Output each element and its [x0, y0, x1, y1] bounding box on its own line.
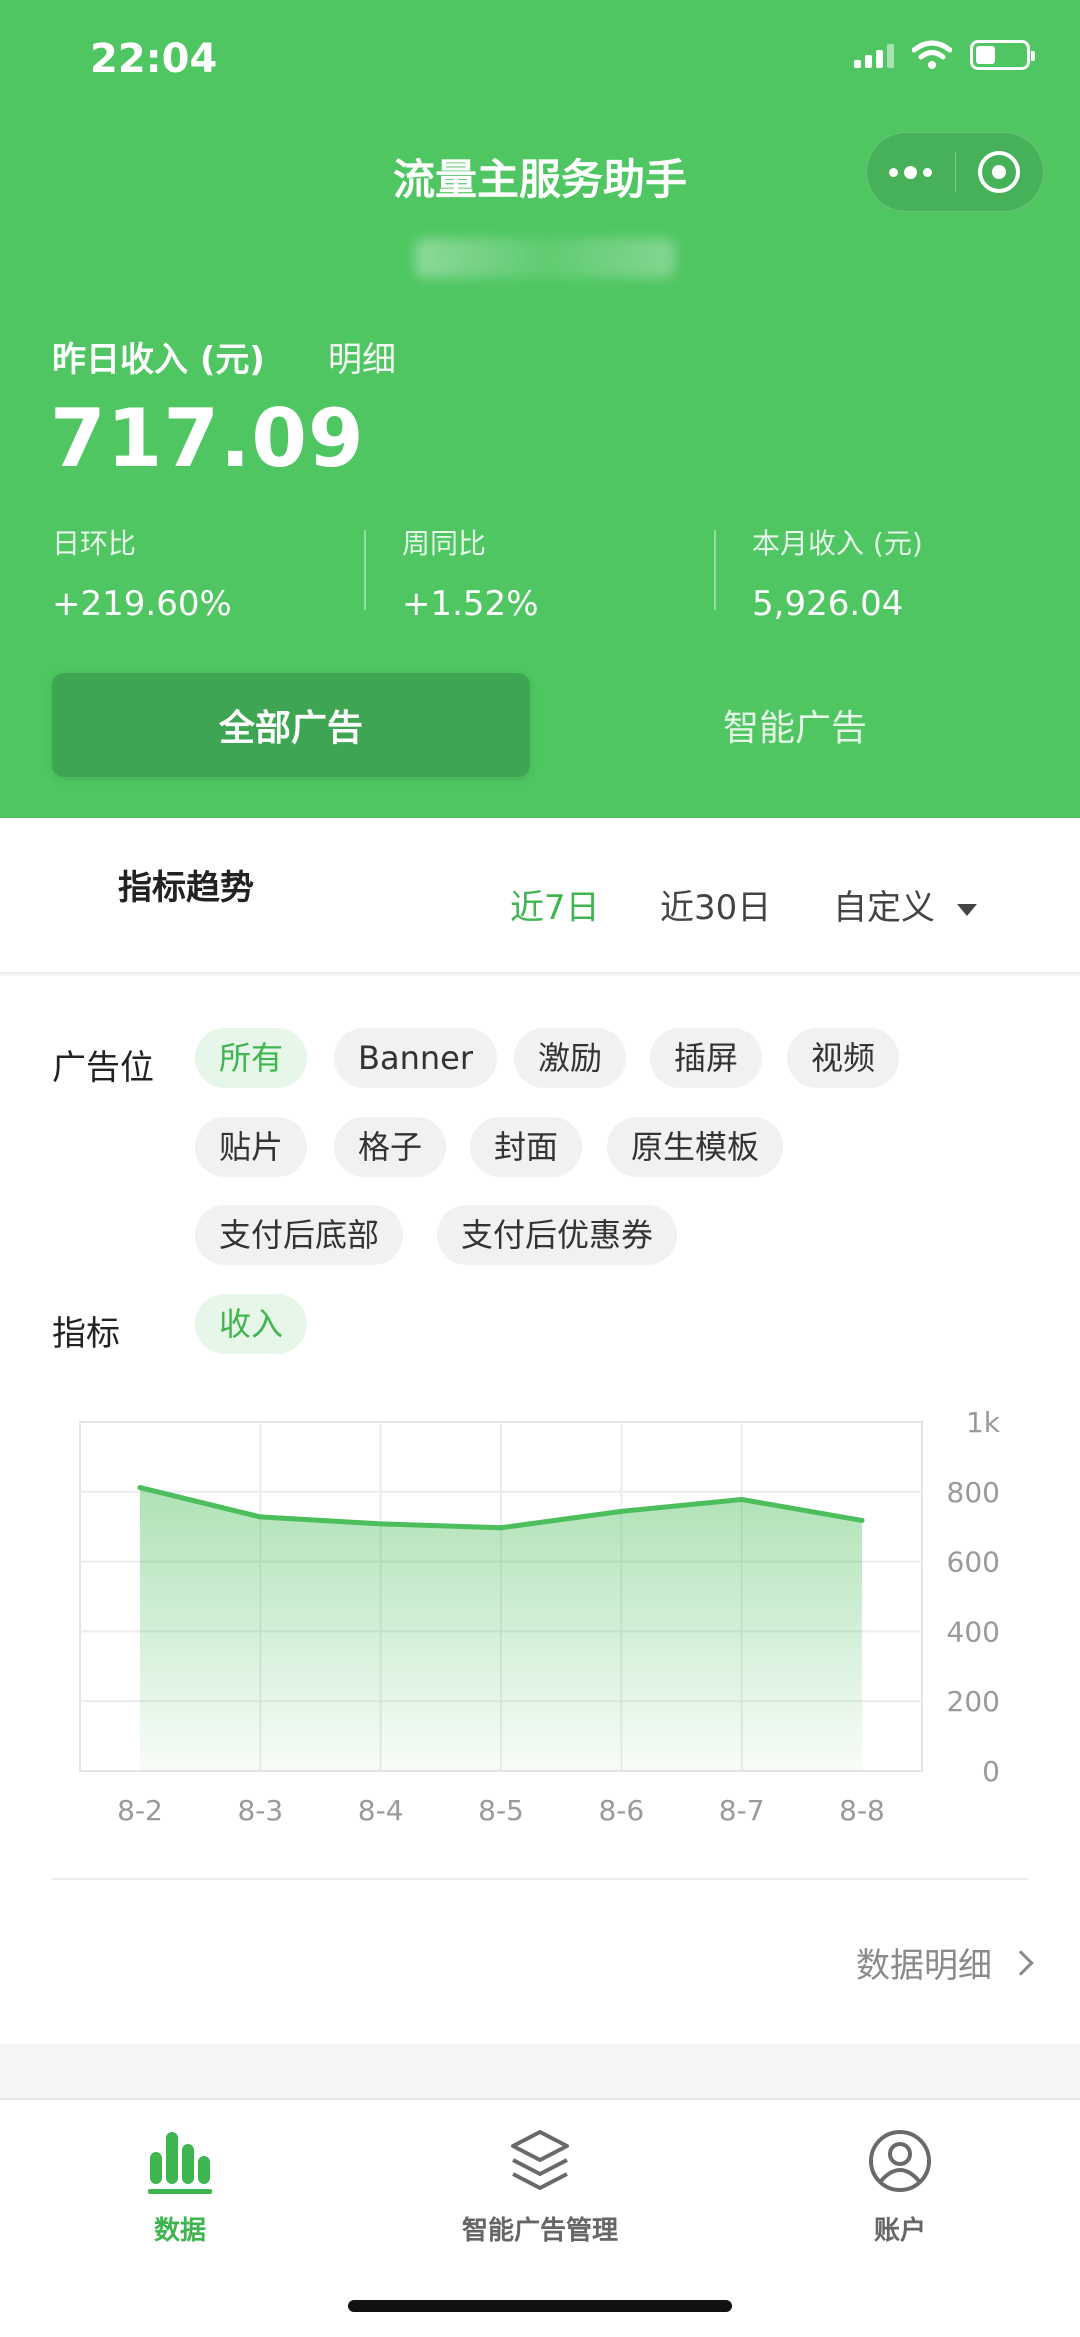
status-time: 22:04: [90, 36, 218, 82]
chip-video[interactable]: 视频: [787, 1028, 900, 1088]
segment-all-ads[interactable]: 全部广告: [52, 673, 530, 777]
range-7d[interactable]: 近7日: [510, 880, 600, 929]
stat-label: 日环比: [52, 527, 137, 560]
header: 22:04 流量主服务助手 昨日收入 (元) 明细 717.09 日环比 +21…: [0, 0, 1080, 818]
chip-banner[interactable]: Banner: [334, 1028, 497, 1088]
stat-label: 本月收入 (元): [752, 527, 923, 560]
x-tick-label: 8-3: [237, 1794, 283, 1827]
tab-account[interactable]: 账户: [750, 2126, 1050, 2247]
chip-after-pay-bottom[interactable]: 支付后底部: [195, 1205, 404, 1265]
stat-value: +1.52%: [402, 584, 539, 624]
x-tick-label: 8-8: [839, 1794, 885, 1827]
layers-icon: [511, 2130, 569, 2190]
segment-smart-ads[interactable]: 智能广告: [560, 673, 1030, 777]
y-tick-label: 800: [947, 1476, 1000, 1509]
chip-after-pay-coupon[interactable]: 支付后优惠券: [437, 1205, 678, 1265]
trend-bar: 指标趋势 近7日 近30日 自定义: [0, 818, 1080, 974]
stat-day-over-day: 日环比 +219.60%: [52, 522, 232, 624]
chip-cover[interactable]: 封面: [470, 1117, 583, 1177]
dropdown-caret-icon: [957, 903, 977, 916]
y-tick-label: 1k: [966, 1406, 1001, 1439]
tab-smart-ad-management[interactable]: 智能广告管理: [390, 2126, 690, 2247]
chip-all[interactable]: 所有: [195, 1028, 308, 1088]
chevron-right-icon: [1008, 1949, 1034, 1976]
signal-icon: [854, 42, 894, 68]
range-custom[interactable]: 自定义: [833, 880, 977, 929]
data-point: [378, 1521, 384, 1527]
data-detail-label: 数据明细: [856, 1946, 992, 1986]
y-tick-label: 400: [947, 1615, 1000, 1648]
y-tick-label: 0: [982, 1755, 1000, 1788]
stat-label: 周同比: [402, 527, 487, 560]
range-30d[interactable]: 近30日: [660, 880, 771, 929]
data-point: [498, 1525, 504, 1531]
chip-native-template[interactable]: 原生模板: [607, 1117, 784, 1177]
chip-income[interactable]: 收入: [195, 1294, 308, 1354]
home-indicator: [348, 2300, 732, 2312]
stat-value: +219.60%: [52, 584, 232, 624]
range-custom-label: 自定义: [833, 888, 935, 928]
chip-interstitial[interactable]: 插屏: [650, 1028, 763, 1088]
x-tick-label: 8-5: [478, 1794, 524, 1827]
chip-grid[interactable]: 格子: [334, 1117, 447, 1177]
income-label: 昨日收入 (元): [52, 340, 265, 380]
x-tick-label: 8-6: [598, 1794, 644, 1827]
target-icon: [978, 151, 1021, 193]
capsule-menu: [866, 132, 1044, 212]
data-point: [859, 1517, 865, 1523]
data-point: [137, 1485, 143, 1491]
x-tick-label: 8-2: [117, 1794, 163, 1827]
bar-chart-icon: [148, 2132, 212, 2194]
ad-slot-label: 广告位: [52, 1048, 154, 1088]
blurred-account-name: [415, 238, 675, 278]
y-tick-label: 200: [947, 1685, 1000, 1718]
tab-label: 智能广告管理: [461, 2216, 618, 2246]
tab-label: 数据: [153, 2216, 206, 2246]
income-detail-link[interactable]: 明细: [328, 332, 396, 381]
x-tick-label: 8-4: [358, 1794, 404, 1827]
wifi-icon: [912, 40, 952, 69]
tab-label: 账户: [873, 2216, 926, 2246]
chip-rewarded[interactable]: 激励: [514, 1028, 627, 1088]
income-trend-chart: 0 200 400 600 800 1k 8-2 8-3 8-4 8-5 8-6 8-7 8-8: [79, 1406, 1001, 1827]
chip-pre-roll[interactable]: 贴片: [195, 1117, 308, 1177]
status-icons: [854, 40, 1035, 70]
data-point: [618, 1508, 624, 1514]
income-value: 717.09: [50, 392, 365, 485]
stat-value: 5,926.04: [752, 584, 904, 624]
user-circle-icon: [869, 2130, 931, 2192]
tab-data[interactable]: 数据: [30, 2126, 330, 2247]
metric-label: 指标: [52, 1314, 120, 1354]
close-miniprogram-button[interactable]: [956, 133, 1044, 211]
stat-week-over-week: 周同比 +1.52%: [402, 522, 539, 624]
y-tick-label: 600: [947, 1546, 1000, 1579]
divider: [52, 1878, 1028, 1880]
more-button[interactable]: [867, 133, 955, 211]
data-detail-link[interactable]: 数据明细: [856, 1938, 1034, 1987]
data-point: [257, 1514, 263, 1520]
x-tick-label: 8-7: [719, 1794, 765, 1827]
stat-month-income: 本月收入 (元) 5,926.04: [752, 522, 923, 624]
trend-title: 指标趋势: [118, 868, 254, 908]
data-point: [739, 1496, 745, 1502]
battery-icon: [970, 40, 1035, 70]
more-dots-icon: [889, 165, 933, 179]
